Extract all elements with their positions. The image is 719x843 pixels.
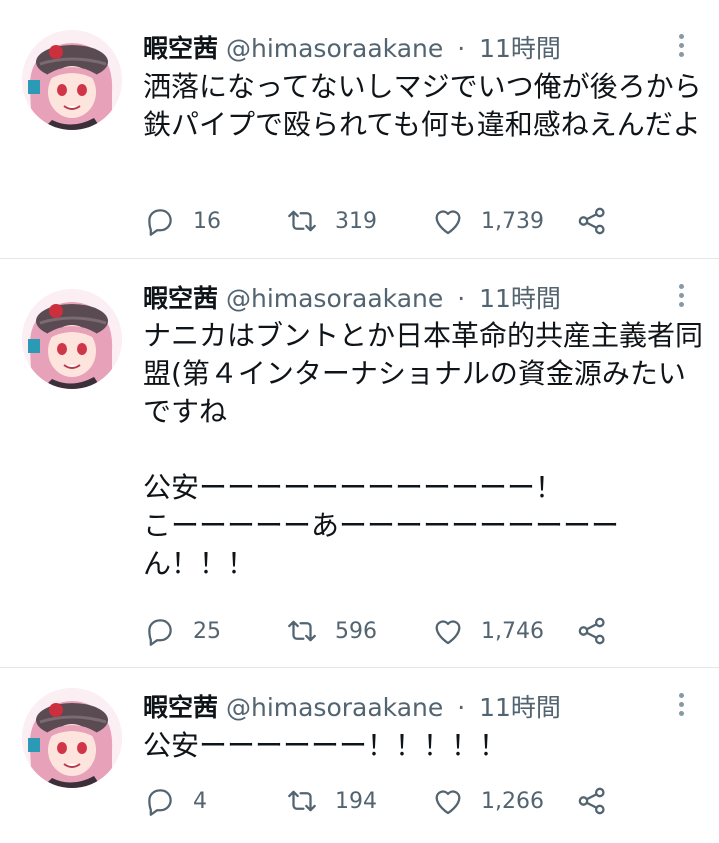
separator-dot: · [457,693,466,722]
reply-icon [148,619,172,646]
avatar-image [22,688,122,788]
share-button[interactable] [575,613,609,649]
like-button[interactable]: 1,266 [431,783,544,819]
separator-dot: · [457,284,466,313]
like-count: 1,746 [481,618,544,644]
retweet-count: 194 [335,788,377,814]
tweet[interactable]: 暇空茜 @himasoraakane · 11時間 ナニカはブントとか日本革命的… [0,259,719,668]
tweet[interactable]: 暇空茜 @himasoraakane · 11時間 洒落になってないしマジでいつ… [0,0,719,259]
separator-dot: · [457,34,466,63]
tweet-text: 洒落になってないしマジでいつ俺が後ろから鉄パイプで殴られても何も違和感ねえんだよ [143,70,702,141]
more-options-icon[interactable] [677,693,685,723]
heart-icon [435,620,461,645]
tweet-actions: 4 194 1,266 [143,783,623,819]
reply-count: 16 [193,208,221,234]
reply-icon [148,789,172,816]
display-name[interactable]: 暇空茜 [143,34,218,63]
reply-count: 4 [193,788,207,814]
retweet-icon [288,620,316,642]
tweet-header: 暇空茜 @himasoraakane · 11時間 [143,690,669,726]
display-name[interactable]: 暇空茜 [143,693,218,722]
avatar-image [22,289,122,389]
reply-button[interactable]: 25 [143,613,221,649]
avatar[interactable] [22,289,122,389]
retweet-count: 319 [335,208,377,234]
timestamp[interactable]: 11時間 [479,34,561,63]
retweet-button[interactable]: 194 [285,783,377,819]
heart-icon [435,210,461,235]
retweet-button[interactable]: 319 [285,203,377,239]
reply-icon [148,209,172,236]
share-icon [578,617,605,645]
user-handle[interactable]: @himasoraakane [226,693,443,722]
reply-button[interactable]: 4 [143,783,207,819]
reply-button[interactable]: 16 [143,203,221,239]
share-icon [578,207,605,235]
display-name[interactable]: 暇空茜 [143,284,218,313]
like-count: 1,266 [481,788,544,814]
share-icon [578,787,605,815]
retweet-icon [288,790,316,812]
tweet[interactable]: 暇空茜 @himasoraakane · 11時間 公安ーーーーーー！！！！！ … [0,668,719,843]
retweet-button[interactable]: 596 [285,613,377,649]
more-options-icon[interactable] [677,284,685,314]
tweet-header: 暇空茜 @himasoraakane · 11時間 [143,281,669,317]
share-button[interactable] [575,203,609,239]
tweet-text: 公安ーーーーーー！！！！！ [143,729,508,762]
share-button[interactable] [575,783,609,819]
like-count: 1,739 [481,208,544,234]
avatar[interactable] [22,30,122,130]
timestamp[interactable]: 11時間 [479,693,561,722]
tweet-text: ナニカはブントとか日本革命的共産主義者同盟(第４インターナショナルの資金源みたい… [143,319,704,580]
tweet-header: 暇空茜 @himasoraakane · 11時間 [143,31,669,67]
like-button[interactable]: 1,746 [431,613,544,649]
avatar[interactable] [22,688,122,788]
user-handle[interactable]: @himasoraakane [226,34,443,63]
like-button[interactable]: 1,739 [431,203,544,239]
reply-count: 25 [193,618,221,644]
heart-icon [435,790,461,815]
avatar-image [22,30,122,130]
tweet-actions: 16 319 1,739 [143,203,623,239]
timestamp[interactable]: 11時間 [479,284,561,313]
retweet-count: 596 [335,618,377,644]
tweet-actions: 25 596 1,746 [143,613,623,649]
retweet-icon [288,210,316,232]
user-handle[interactable]: @himasoraakane [226,284,443,313]
more-options-icon[interactable] [677,34,685,64]
